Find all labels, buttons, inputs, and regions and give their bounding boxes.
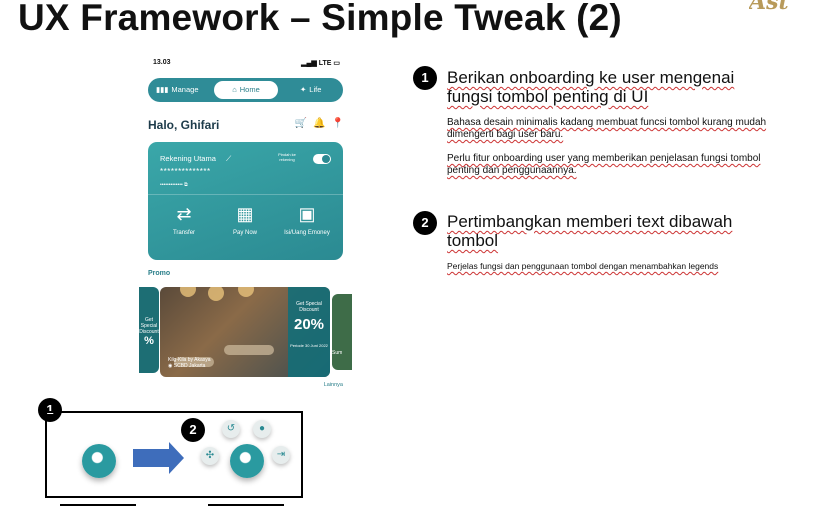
location-icon[interactable]: 📍 <box>332 118 344 129</box>
account-toggle[interactable] <box>313 154 331 164</box>
bar-chart-icon: ▮▮▮ <box>156 85 169 94</box>
promo-banner-next[interactable]: Sum <box>332 294 352 370</box>
promo-banner-prev[interactable]: Get Special Discount% <box>139 287 159 373</box>
fab-button-before[interactable] <box>82 444 116 478</box>
greeting: Halo, Ghifari <box>148 118 220 132</box>
top-tab-bar: ▮▮▮ Manage ⌂ Home ✦ Life <box>148 78 343 102</box>
switch-account-label: Pindah ke rekening <box>278 152 296 162</box>
point-2-paragraph: Perjelas fungsi dan penggunaan tombol de… <box>447 261 719 271</box>
account-number: ••••••••••••• ⧉ <box>160 182 188 188</box>
underline-bar-right <box>208 504 284 506</box>
promo-place: Kilg-Kila by Akasya ◉ SCBD Jakarta <box>168 357 211 369</box>
more-link[interactable]: Lainnya <box>324 382 343 388</box>
card-divider <box>148 194 343 195</box>
tab-life[interactable]: ✦ Life <box>300 81 321 99</box>
status-time: 13.03 <box>153 59 171 66</box>
cart-icon[interactable]: 🛒 <box>295 118 307 129</box>
action-emoney[interactable]: ▣ Isi/Uang Emoney <box>282 204 332 236</box>
grid-icon[interactable]: ✣ <box>201 447 219 465</box>
diagram-badge-2: 2 <box>181 418 205 442</box>
account-card[interactable]: Rekening Utama ⟋ ************** ••••••••… <box>148 142 343 260</box>
copy-icon[interactable]: ⧉ <box>184 182 188 188</box>
phone-mockup: 13.03 ▂▄▆ LTE ▭ ▮▮▮ Manage ⌂ Home ✦ Life… <box>139 54 352 392</box>
point-2-badge: 2 <box>413 211 437 235</box>
pin-icon: ◉ <box>168 363 173 369</box>
point-1-badge: 1 <box>413 66 437 90</box>
right-arrow-icon <box>133 442 184 474</box>
slide-title: UX Framework – Simple Tweak (2) <box>18 0 622 38</box>
brand-logo: Ast <box>749 0 817 10</box>
tab-manage[interactable]: ▮▮▮ Manage <box>156 81 199 99</box>
promo-discount: Get Special Discount 20% Periode 30 Juni… <box>288 287 330 377</box>
promo-label: Promo <box>148 270 171 277</box>
wallet-icon: ▣ <box>298 204 316 224</box>
account-label: Rekening Utama ⟋ <box>160 154 232 163</box>
point-1-paragraph-1: Bahasa desain minimalis kadang membuat f… <box>447 117 767 140</box>
qr-code-icon: ▦ <box>236 204 254 224</box>
underline-bar-left <box>60 504 136 506</box>
action-transfer[interactable]: ⇄ Transfer <box>159 204 209 236</box>
history-icon[interactable]: ↺ <box>222 420 240 438</box>
user-icon[interactable]: ● <box>253 420 271 438</box>
status-bar: 13.03 ▂▄▆ LTE ▭ <box>139 56 352 70</box>
action-pay-now[interactable]: ▦ Pay Now <box>220 204 270 236</box>
transfer-icon: ⇄ <box>176 204 192 224</box>
point-2-heading: Pertimbangkan memberi text dibawah tombo… <box>447 212 733 250</box>
status-network: ▂▄▆ LTE ▭ <box>301 60 340 67</box>
tab-home[interactable]: ⌂ Home <box>214 81 278 99</box>
home-icon: ⌂ <box>232 85 237 94</box>
exit-icon[interactable]: ⇥ <box>272 446 290 464</box>
fab-button-after[interactable] <box>230 444 264 478</box>
account-balance-masked: ************** <box>160 167 211 176</box>
promo-banner[interactable]: Kilg-Kila by Akasya ◉ SCBD Jakarta Get S… <box>160 287 330 377</box>
notification-icon[interactable]: 🔔 <box>313 118 325 129</box>
point-1-heading: Berikan onboarding ke user mengenai fung… <box>447 68 735 106</box>
header-icons: 🛒 🔔 📍 <box>295 118 344 129</box>
eye-off-icon[interactable]: ⟋ <box>226 154 231 163</box>
sparkle-icon: ✦ <box>300 85 307 94</box>
button-legend-diagram: ↺ ● ✣ ⇥ <box>45 411 303 498</box>
point-1-paragraph-2: Perlu fitur onboarding user yang memberi… <box>447 153 761 176</box>
